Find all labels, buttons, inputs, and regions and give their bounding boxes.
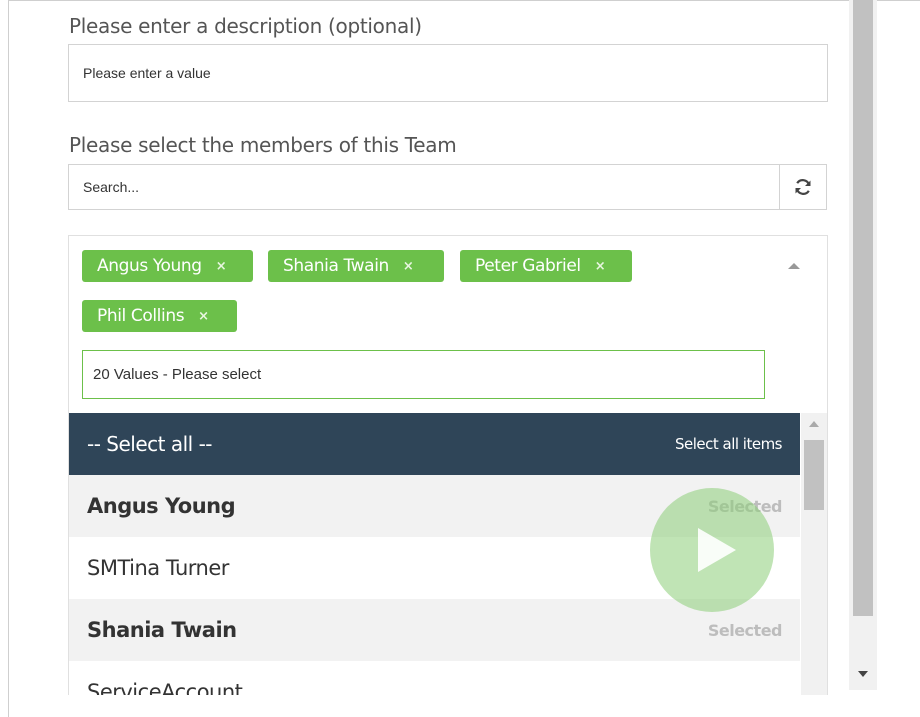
tag-remove-icon[interactable]: × <box>595 259 606 274</box>
option-label: Angus Young <box>87 494 236 518</box>
tag-label: Peter Gabriel <box>475 256 581 276</box>
tag-peter-gabriel: Peter Gabriel × <box>460 250 632 282</box>
play-icon <box>698 528 736 572</box>
scrollbar-thumb[interactable] <box>804 440 824 510</box>
combo-text: 20 Values - Please select <box>93 366 262 383</box>
option-status: Selected <box>707 620 783 640</box>
tag-label: Shania Twain <box>283 256 389 276</box>
members-label: Please select the members of this Team <box>69 133 457 157</box>
page-scrollbar-thumb[interactable] <box>853 0 873 616</box>
options-scrollbar[interactable] <box>801 413 827 695</box>
refresh-icon <box>795 179 811 195</box>
members-multiselect: Angus Young × Shania Twain × Peter Gabri… <box>68 235 828 695</box>
select-all-option[interactable]: -- Select all -- Select all items <box>69 413 800 475</box>
refresh-button[interactable] <box>779 164 827 210</box>
scroll-up-icon[interactable] <box>809 421 819 427</box>
option-label: ServiceAccount <box>87 680 243 695</box>
select-all-label: -- Select all -- <box>87 432 213 456</box>
search-input[interactable]: Search... <box>68 164 780 210</box>
scroll-down-icon[interactable] <box>858 671 868 677</box>
tag-phil-collins: Phil Collins × <box>82 300 237 332</box>
list-item[interactable]: ServiceAccount <box>69 661 800 695</box>
option-label: Shania Twain <box>87 618 237 642</box>
tag-remove-icon[interactable]: × <box>198 309 209 324</box>
description-placeholder: Please enter a value <box>83 65 211 81</box>
tag-angus-young: Angus Young × <box>82 250 253 282</box>
tag-label: Phil Collins <box>97 306 185 326</box>
page-scrollbar[interactable] <box>849 0 877 690</box>
tag-shania-twain: Shania Twain × <box>268 250 444 282</box>
tag-remove-icon[interactable]: × <box>403 259 414 274</box>
tag-label: Angus Young <box>97 256 202 276</box>
search-placeholder: Search... <box>83 179 140 195</box>
tag-remove-icon[interactable]: × <box>216 259 227 274</box>
option-label: SMTina Turner <box>87 556 229 580</box>
play-overlay-button[interactable] <box>650 488 774 612</box>
description-label: Please enter a description (optional) <box>69 14 422 38</box>
collapse-caret-icon[interactable] <box>788 263 800 269</box>
select-all-hint: Select all items <box>674 435 783 453</box>
description-input[interactable]: Please enter a value <box>68 44 828 102</box>
multiselect-combo-input[interactable]: 20 Values - Please select <box>82 350 765 399</box>
